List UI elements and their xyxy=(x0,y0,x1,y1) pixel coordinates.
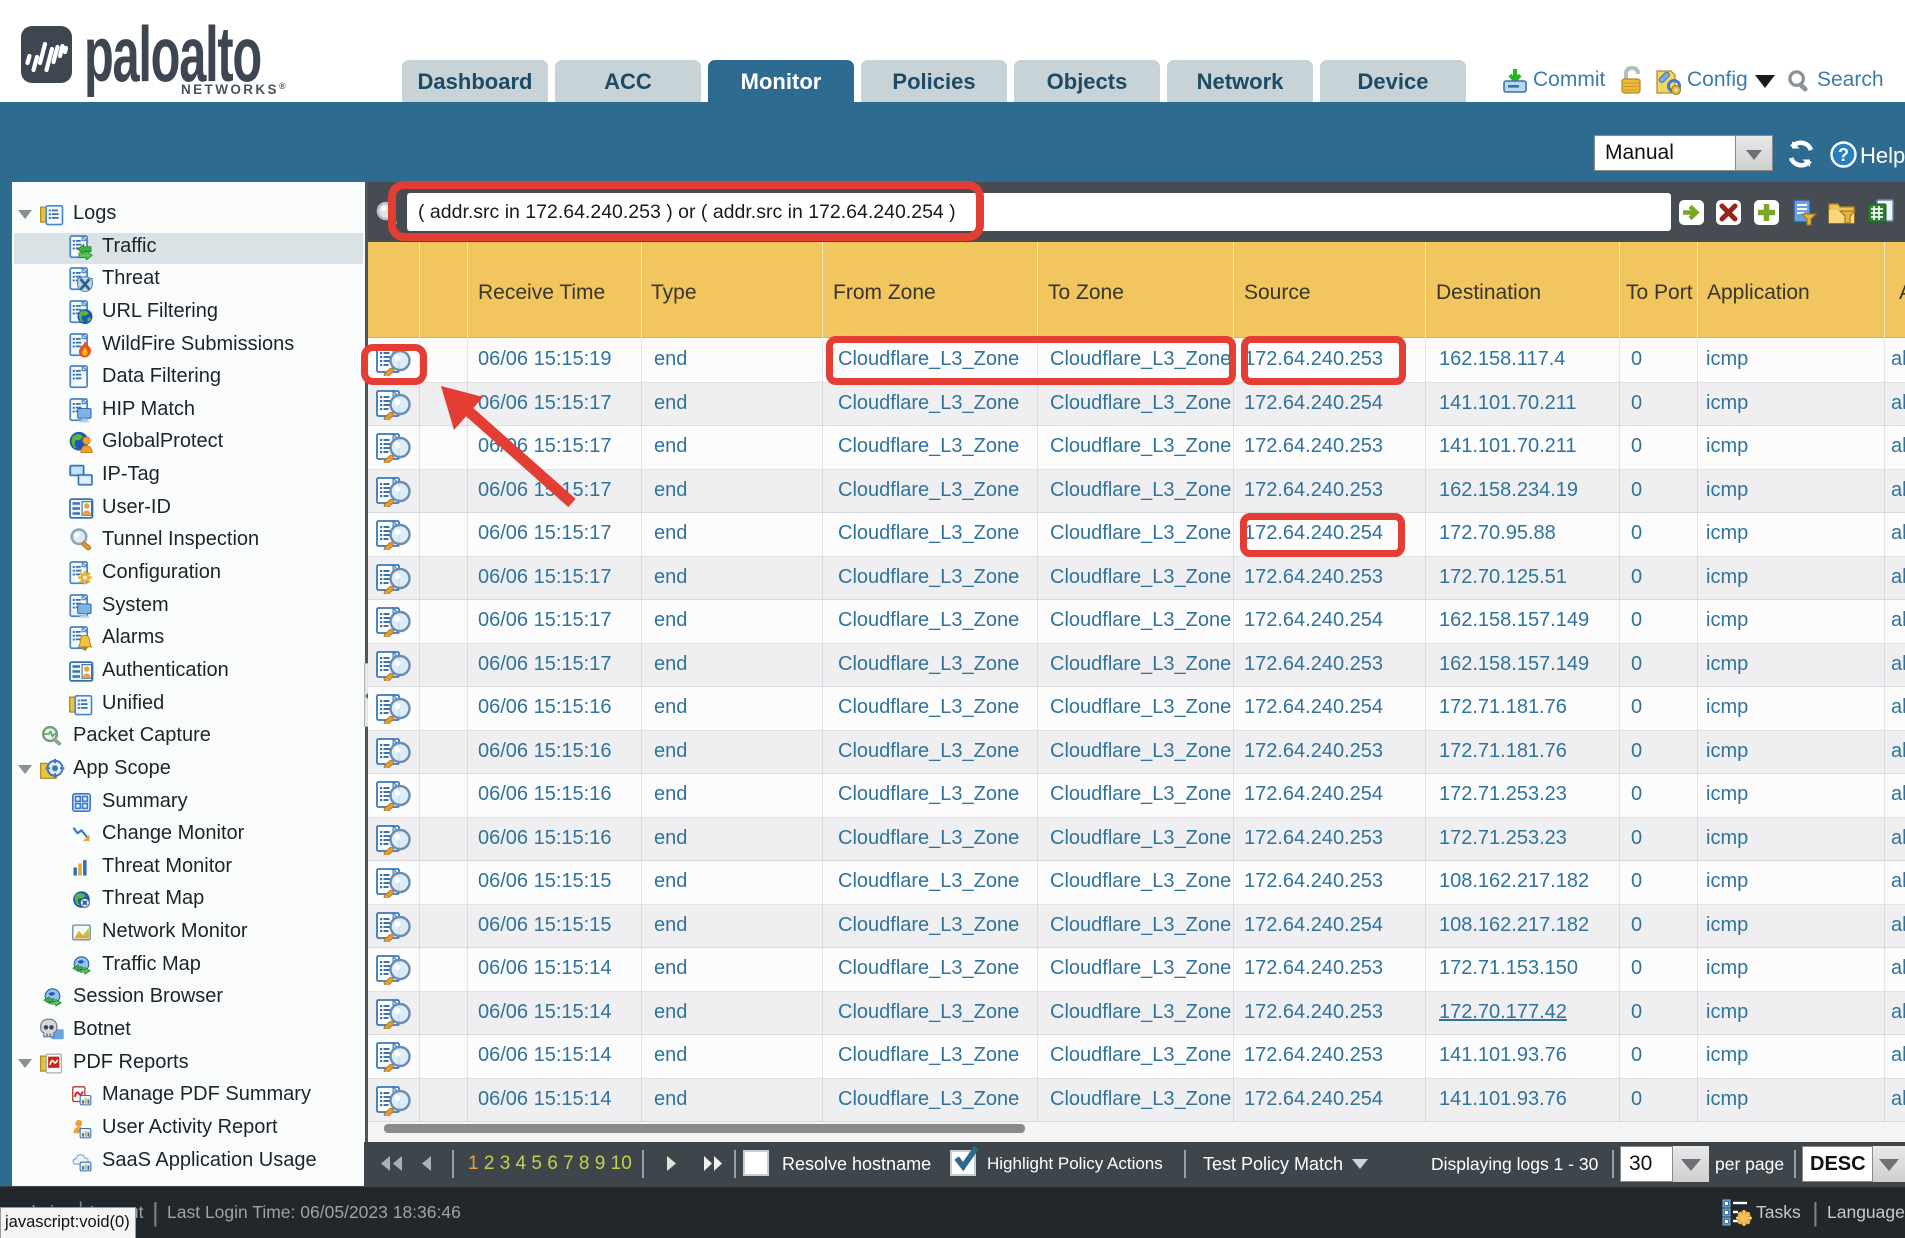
svg-text:?: ? xyxy=(1838,145,1849,165)
